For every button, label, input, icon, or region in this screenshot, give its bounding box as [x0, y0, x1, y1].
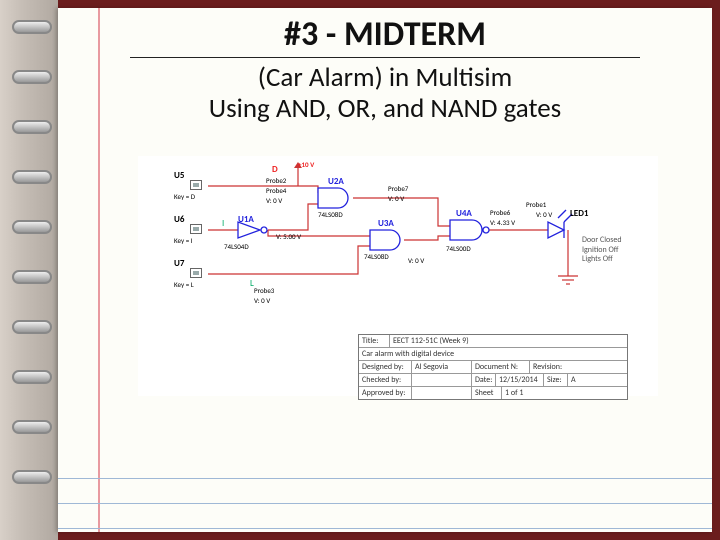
tb-checked-label: Checked by: — [359, 374, 411, 386]
tb-title-label: Title: — [359, 335, 389, 347]
key-u7: Key = L — [174, 280, 194, 289]
notebook-binding — [0, 0, 58, 540]
ref-u6: U6 — [174, 214, 184, 225]
ref-u7: U7 — [174, 258, 184, 269]
ref-u2a: U2A — [328, 176, 344, 187]
subtitle: (Car Alarm) in Multisim Using AND, OR, a… — [58, 62, 712, 124]
probe4: Probe4 — [266, 186, 286, 195]
subtitle-line1: (Car Alarm) in Multisim — [58, 62, 712, 93]
gate-u4a — [450, 220, 489, 240]
subtitle-line2: Using AND, OR, and NAND gates — [58, 93, 712, 124]
gate-u2a — [318, 188, 348, 208]
title-block: Title: EECT 112-51C (Week 9) Car alarm w… — [358, 334, 628, 400]
rule-line — [58, 478, 712, 479]
v0a: V: 0 V — [266, 196, 282, 205]
page-title: #3 - MIDTERM — [58, 14, 712, 55]
tb-designed-value: Al Segovia — [411, 361, 471, 373]
v0b: V: 0 V — [388, 194, 404, 203]
title-underline — [130, 57, 640, 58]
rule-line — [58, 528, 712, 529]
part-u1a: 74LS04D — [224, 242, 249, 251]
key-u5: Key = D — [174, 192, 195, 201]
part-u2a: 74LS08D — [318, 210, 343, 219]
vdc: +10 V — [298, 160, 314, 169]
tb-date-value: 12/15/2014 — [495, 374, 543, 386]
ref-led1: LED1 — [570, 208, 588, 219]
legend-lights: Lights Off — [582, 255, 622, 265]
ref-u5: U5 — [174, 170, 184, 181]
tb-size-label: Size: — [543, 374, 567, 386]
signal-i: I — [222, 218, 224, 229]
v0c: V: 0 V — [408, 256, 424, 265]
rule-line — [58, 503, 712, 504]
ref-u3a: U3A — [378, 218, 394, 229]
probe1: Probe1 — [526, 200, 546, 209]
tb-sheet-label: Sheet — [471, 387, 501, 399]
paper-page: #3 - MIDTERM (Car Alarm) in Multisim Usi… — [58, 8, 712, 532]
switch-u6 — [190, 224, 202, 234]
ref-u1a: U1A — [238, 214, 254, 225]
tb-approved-label: Approved by: — [359, 387, 411, 399]
tb-rev-label: Revision: — [529, 361, 627, 373]
signal-d: D — [272, 164, 278, 175]
tb-desc: Car alarm with digital device — [359, 348, 627, 360]
v0e: V: 0 V — [536, 210, 552, 219]
probe6: Probe6 — [490, 208, 510, 217]
switch-u7 — [190, 268, 202, 278]
tb-size-value: A — [567, 374, 627, 386]
tb-designed-label: Designed by: — [359, 361, 411, 373]
tb-doc-label: Document N: — [471, 361, 529, 373]
ref-u4a: U4A — [456, 208, 472, 219]
v433: V: 4.33 V — [490, 218, 515, 227]
tb-title-value: EECT 112-51C (Week 9) — [389, 335, 627, 347]
key-u6: Key = I — [174, 236, 193, 245]
switch-u5 — [190, 180, 202, 190]
part-u3a: 74LS08D — [364, 252, 389, 261]
probe3: Probe3 — [254, 286, 274, 295]
v0d: V: 0 V — [254, 296, 270, 305]
margin-line — [98, 8, 100, 532]
led-legend: Door Closed Ignition Off Lights Off — [582, 236, 622, 265]
part-u4a: 74LS00D — [446, 244, 471, 253]
tb-date-label: Date: — [471, 374, 495, 386]
probe2: Probe2 — [266, 176, 286, 185]
circuit-diagram: U5 Key = D U6 Key = I U7 Key = L D +10 V… — [138, 156, 658, 396]
probe7: Probe7 — [388, 184, 408, 193]
tb-sheet-value: 1 of 1 — [501, 387, 627, 399]
v5: V: 5.00 V — [276, 232, 301, 241]
gate-u3a — [370, 230, 400, 250]
